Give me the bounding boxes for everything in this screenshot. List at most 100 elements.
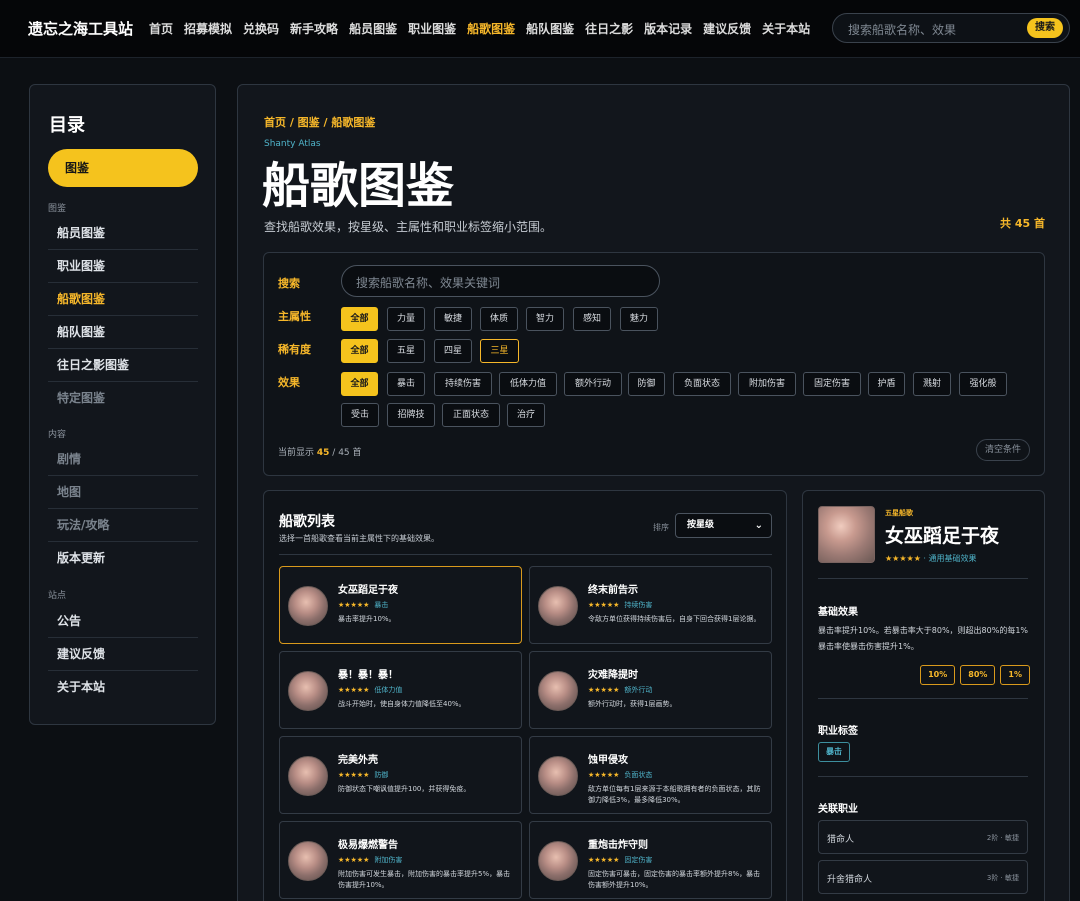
sidebar-item-shadows[interactable]: 往日之影图鉴 — [48, 349, 198, 382]
shanty-effect: 敌方单位每有1层来源于本船歌拥有者的负面状态，其防御力降低3%，最多降低30%。 — [588, 785, 761, 804]
shanty-art — [288, 756, 328, 796]
star-rating: ★★★★★ — [338, 601, 370, 609]
main-panel: 首页 / 图鉴 / 船歌图鉴 Shanty Atlas 船歌图鉴 查找船歌效果，… — [237, 84, 1070, 901]
attr-chip-con[interactable]: 体质 — [480, 307, 518, 331]
effect-chip-hit[interactable]: 受击 — [341, 403, 379, 427]
result-count-prefix: 当前显示 — [278, 448, 315, 458]
shanty-card[interactable]: 灾难降提时 ★★★★★ 额外行动 额外行动时，获得1层画势。 — [529, 651, 772, 729]
sidebar-item-fleet[interactable]: 船队图鉴 — [48, 316, 198, 349]
shanty-name: 完美外壳 — [338, 755, 378, 766]
shanty-search-input[interactable]: 搜索船歌名称、效果关键词 — [341, 265, 660, 297]
shanty-card[interactable]: 蚀甲侵攻 ★★★★★ 负面状态 敌方单位每有1层来源于本船歌拥有者的负面状态，其防… — [529, 736, 772, 814]
shanty-tag: 负面状态 — [624, 771, 653, 779]
breadcrumb[interactable]: 首页 / 图鉴 / 船歌图鉴 — [264, 114, 375, 130]
effect-chip-crit[interactable]: 暴击 — [387, 372, 425, 396]
shanty-tag: 固定伤害 — [624, 856, 653, 864]
shanty-card[interactable]: 终末前告示 ★★★★★ 持续伤害 令敌方单位获得持续伤害后，自身下回合获得1层论据… — [529, 566, 772, 644]
attr-chip-cha[interactable]: 魅力 — [620, 307, 658, 331]
sidebar-item-updates[interactable]: 版本更新 — [48, 542, 198, 575]
job-tag[interactable]: 暴击 — [818, 742, 850, 762]
effect-value: 80% — [960, 665, 996, 685]
result-count-shown: 45 — [316, 448, 330, 458]
search-label: 搜索 — [278, 277, 300, 290]
related-job-row[interactable]: 猎命人 2阶 · 敏捷 — [818, 820, 1028, 854]
sidebar-section-site: 站点 — [48, 591, 67, 601]
shanty-effect: 令敌方单位获得持续伤害后，自身下回合获得1层论据。 — [588, 615, 761, 623]
sidebar-item-gameplay[interactable]: 玩法/攻略 — [48, 509, 198, 542]
divider — [818, 578, 1028, 579]
star-rating: ★★★★★ — [338, 771, 370, 779]
nav-recruit[interactable]: 招募模拟 — [184, 20, 232, 37]
shanty-search-placeholder: 搜索船歌名称、效果关键词 — [356, 276, 501, 290]
nav-shanty[interactable]: 船歌图鉴 — [467, 20, 515, 37]
effect-chip-dot[interactable]: 持续伤害 — [434, 372, 492, 396]
detail-rank: 五星船歌 — [885, 509, 913, 517]
top-search-button[interactable]: 搜索 — [1027, 18, 1063, 38]
sort-select[interactable]: 按星级 ⌄ — [675, 513, 772, 538]
attr-chip-agi[interactable]: 敏捷 — [434, 307, 472, 331]
nav-versions[interactable]: 版本记录 — [644, 20, 692, 37]
shanty-tag: 额外行动 — [624, 686, 653, 694]
effect-chip-splash[interactable]: 溅射 — [913, 372, 951, 396]
nav-fleet[interactable]: 船队图鉴 — [526, 20, 574, 37]
sidebar-item-about[interactable]: 关于本站 — [48, 671, 198, 704]
site-logo[interactable]: 遗忘之海工具站 — [28, 18, 133, 39]
rarity-chip-all[interactable]: 全部 — [341, 339, 378, 363]
effect-chip-shield[interactable]: 护盾 — [868, 372, 905, 396]
nav-guide[interactable]: 新手攻略 — [290, 20, 338, 37]
shanty-name: 女巫蹈足于夜 — [338, 585, 398, 596]
shanty-meta: ★★★★★ 防御 — [338, 770, 388, 780]
attr-chip-wis[interactable]: 感知 — [573, 307, 611, 331]
nav-about[interactable]: 关于本站 — [762, 20, 810, 37]
detail-name: 女巫蹈足于夜 — [885, 525, 1000, 547]
shanty-card[interactable]: 完美外壳 ★★★★★ 防御 防御状态下嘲讽值提升100，并获得免疫。 — [279, 736, 522, 814]
attr-chip-str[interactable]: 力量 — [387, 307, 425, 331]
nav-feedback[interactable]: 建议反馈 — [703, 20, 751, 37]
nav-codes[interactable]: 兑换码 — [243, 20, 279, 37]
nav-crew[interactable]: 船员图鉴 — [349, 20, 397, 37]
sidebar-item-shanty[interactable]: 船歌图鉴 — [48, 283, 198, 316]
attr-chip-all[interactable]: 全部 — [341, 307, 378, 331]
shanty-card[interactable]: 女巫蹈足于夜 ★★★★★ 暴击 暴击率提升10%。 — [279, 566, 522, 644]
effect-chip-bonus[interactable]: 附加伤害 — [738, 372, 796, 396]
effect-chip-extra[interactable]: 额外行动 — [564, 372, 622, 396]
related-jobs-heading: 关联职业 — [818, 804, 858, 815]
sidebar-item-special[interactable]: 特定图鉴 — [48, 382, 198, 415]
clear-filters-button[interactable]: 清空条件 — [976, 439, 1030, 461]
sidebar-item-crew[interactable]: 船员图鉴 — [48, 217, 198, 250]
nav-shadows[interactable]: 往日之影 — [585, 20, 633, 37]
shanty-card[interactable]: 极易爆燃警告 ★★★★★ 附加伤害 附加伤害可发生暴击，附加伤害的暴击率提升5%，… — [279, 821, 522, 899]
effect-chip-all[interactable]: 全部 — [341, 372, 378, 396]
shanty-card[interactable]: 暴！暴！暴！ ★★★★★ 低体力值 战斗开始时，使自身体力值降低至40%。 — [279, 651, 522, 729]
shanty-art — [288, 841, 328, 881]
rarity-chip-5[interactable]: 五星 — [387, 339, 425, 363]
effect-chip-def[interactable]: 防御 — [628, 372, 665, 396]
sidebar-title: 目录 — [49, 115, 85, 136]
effect-chip-lowhp[interactable]: 低体力值 — [499, 372, 557, 396]
effect-chip-debuff[interactable]: 负面状态 — [673, 372, 731, 396]
related-job-row[interactable]: 升舍猎命人 3阶 · 敏捷 — [818, 860, 1028, 894]
sidebar: 目录 图鉴 图鉴 船员图鉴 职业图鉴 船歌图鉴 船队图鉴 往日之影图鉴 特定图鉴… — [29, 84, 216, 725]
effect-chip-heal[interactable]: 治疗 — [507, 403, 545, 427]
sidebar-item-story[interactable]: 剧情 — [48, 443, 198, 476]
shanty-meta: ★★★★★ 暴击 — [338, 600, 388, 610]
sidebar-item-jobs[interactable]: 职业图鉴 — [48, 250, 198, 283]
effect-chip-buff[interactable]: 强化般 — [959, 372, 1007, 396]
star-rating: ★★★★★ — [588, 856, 620, 864]
nav-home[interactable]: 首页 — [149, 20, 173, 37]
effect-chip-positive[interactable]: 正面状态 — [442, 403, 500, 427]
shanty-card[interactable]: 重炮击炸守则 ★★★★★ 固定伤害 固定伤害可暴击，固定伤害的暴击率额外提升8%，… — [529, 821, 772, 899]
sidebar-item-atlas[interactable]: 图鉴 — [48, 149, 198, 187]
star-rating: ★★★★★ — [338, 856, 370, 864]
top-search-input[interactable]: 搜索船歌名称、效果 搜索 — [832, 13, 1070, 43]
rarity-chip-4[interactable]: 四星 — [434, 339, 472, 363]
effect-chip-fixed[interactable]: 固定伤害 — [803, 372, 861, 396]
sidebar-item-map[interactable]: 地图 — [48, 476, 198, 509]
rarity-chip-3[interactable]: 三星 — [480, 339, 519, 363]
attr-chip-int[interactable]: 智力 — [526, 307, 564, 331]
sidebar-item-notice[interactable]: 公告 — [48, 605, 198, 638]
nav-jobs[interactable]: 职业图鉴 — [408, 20, 456, 37]
sidebar-item-feedback[interactable]: 建议反馈 — [48, 638, 198, 671]
shanty-art — [538, 841, 578, 881]
effect-chip-signature[interactable]: 招牌技 — [387, 403, 435, 427]
